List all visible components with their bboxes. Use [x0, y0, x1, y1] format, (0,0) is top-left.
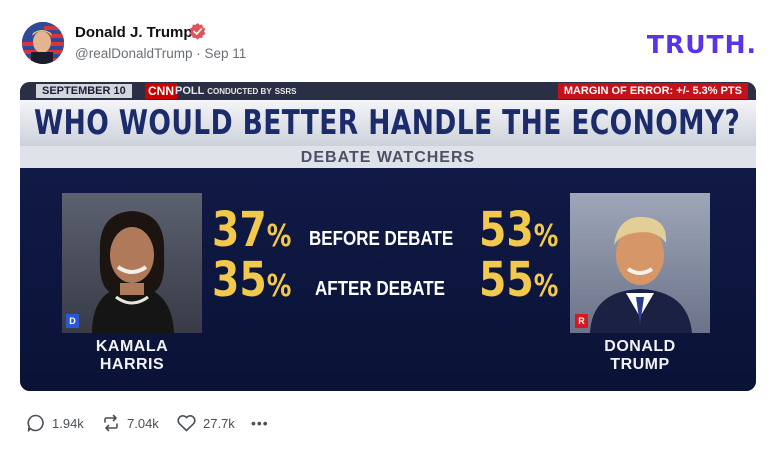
more-options-icon[interactable]: •••	[251, 412, 269, 434]
subhead-bar: DEBATE WATCHERS	[20, 146, 756, 168]
truth-logo[interactable]: TRUTH.	[647, 30, 757, 59]
margin-of-error: MARGIN OF ERROR: +/- 5.3% PTS	[557, 83, 748, 99]
before-debate-label: BEFORE DEBATE	[309, 228, 454, 250]
harris-after-value: 35%	[212, 252, 292, 308]
poll-label: POLL CONDUCTED BY SSRS	[175, 85, 297, 97]
reply-icon	[27, 414, 44, 432]
retruth-count: 7.04k	[127, 415, 159, 431]
meta-separator: ·	[196, 46, 201, 61]
author-handle-line: @realDonaldTrump · Sep 11	[75, 46, 246, 61]
after-debate-label: AFTER DEBATE	[315, 278, 446, 300]
like-button[interactable]: 27.7k	[176, 412, 235, 434]
candidate-name-trump: DONALD TRUMP	[604, 338, 676, 373]
like-count: 27.7k	[203, 415, 235, 431]
reply-count: 1.94k	[52, 415, 84, 431]
poll-date: SEPTEMBER 10	[36, 84, 132, 98]
cnn-logo: CNN	[145, 83, 177, 99]
party-tag-democrat: D	[66, 314, 79, 328]
headline: WHO WOULD BETTER HANDLE THE ECONOMY?	[34, 103, 741, 143]
heart-icon	[177, 415, 196, 432]
author-avatar[interactable]	[22, 22, 64, 64]
post-image[interactable]: SEPTEMBER 10 CNN POLL CONDUCTED BY SSRS …	[20, 82, 756, 391]
post-date[interactable]: Sep 11	[205, 46, 247, 61]
harris-photo	[62, 193, 202, 333]
results-panel: D KAMALA HARRIS R DONALD TRUMP 37% BEFOR…	[20, 168, 756, 391]
trump-after-value: 55%	[479, 252, 559, 308]
party-tag-republican: R	[575, 314, 588, 328]
retruth-icon	[104, 414, 118, 432]
verified-badge-icon	[189, 23, 206, 40]
author-handle[interactable]: @realDonaldTrump	[75, 46, 193, 61]
reply-button[interactable]: 1.94k	[26, 412, 84, 434]
author-name[interactable]: Donald J. Trump	[75, 24, 193, 41]
poll-banner: SEPTEMBER 10 CNN POLL CONDUCTED BY SSRS …	[20, 82, 756, 100]
post-header: Donald J. Trump @realDonaldTrump · Sep 1…	[22, 18, 757, 68]
retruth-button[interactable]: 7.04k	[101, 412, 159, 434]
subhead: DEBATE WATCHERS	[300, 149, 476, 166]
trump-photo	[570, 193, 710, 333]
candidate-name-harris: KAMALA HARRIS	[95, 338, 169, 373]
headline-bar: WHO WOULD BETTER HANDLE THE ECONOMY?	[20, 100, 756, 146]
